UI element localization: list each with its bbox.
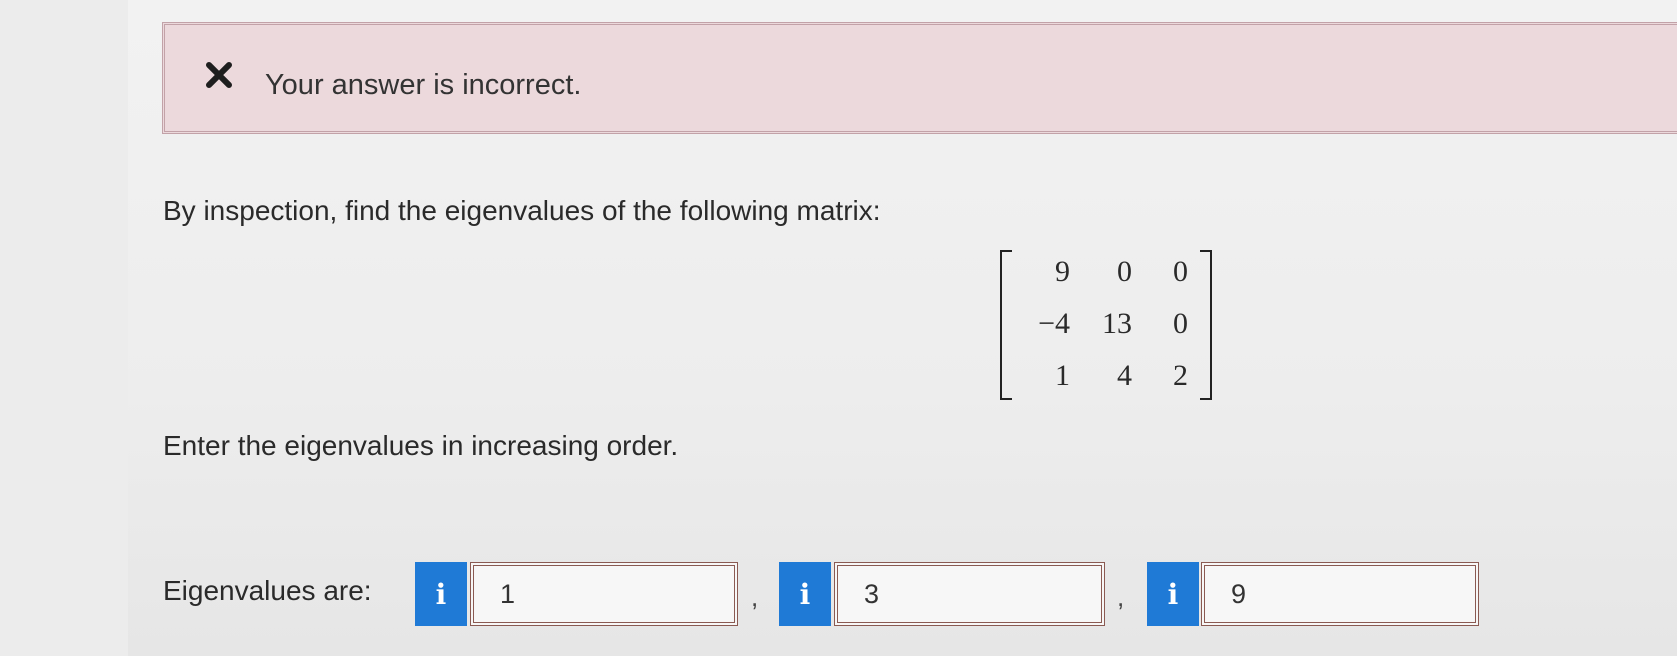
matrix-cell: 0 — [1173, 307, 1188, 340]
instruction-text: Enter the eigenvalues in increasing orde… — [163, 430, 679, 461]
info-icon: i — [435, 577, 447, 611]
separator-comma: , — [1117, 582, 1125, 612]
info-button[interactable]: i — [779, 562, 831, 626]
matrix-left-bracket — [1000, 250, 1012, 400]
matrix-cell: 1 — [1055, 359, 1070, 392]
info-button[interactable]: i — [1147, 562, 1199, 626]
info-icon: i — [799, 577, 811, 611]
info-button[interactable]: i — [415, 562, 467, 626]
feedback-banner: Your answer is incorrect. — [162, 22, 1677, 134]
eigenvalue-input-value: 9 — [1231, 578, 1247, 609]
matrix-cell: 0 — [1117, 255, 1132, 288]
x-mark-icon — [206, 62, 232, 88]
matrix-cell: 0 — [1173, 255, 1188, 288]
matrix-cell: 4 — [1117, 359, 1132, 392]
eigenvalue-input-2[interactable]: 3 — [834, 562, 1105, 626]
matrix-cell: 9 — [1055, 255, 1070, 288]
question-prompt: By inspection, find the eigenvalues of t… — [163, 195, 881, 226]
separator-comma: , — [751, 582, 759, 612]
eigenvalue-input-1[interactable]: 1 — [470, 562, 738, 626]
eigenvalue-input-value: 3 — [864, 578, 880, 609]
matrix-cell: −4 — [1038, 307, 1070, 340]
matrix-right-bracket — [1200, 250, 1212, 400]
eigenvalue-input-value: 1 — [500, 578, 516, 609]
info-icon: i — [1167, 577, 1179, 611]
matrix-cell: 2 — [1173, 359, 1188, 392]
matrix: 9 0 0 −4 13 0 1 4 2 — [1000, 250, 1212, 400]
matrix-cell: 13 — [1102, 307, 1132, 340]
answer-label: Eigenvalues are: — [163, 575, 372, 606]
eigenvalue-input-3[interactable]: 9 — [1201, 562, 1479, 626]
feedback-message: Your answer is incorrect. — [265, 69, 582, 101]
